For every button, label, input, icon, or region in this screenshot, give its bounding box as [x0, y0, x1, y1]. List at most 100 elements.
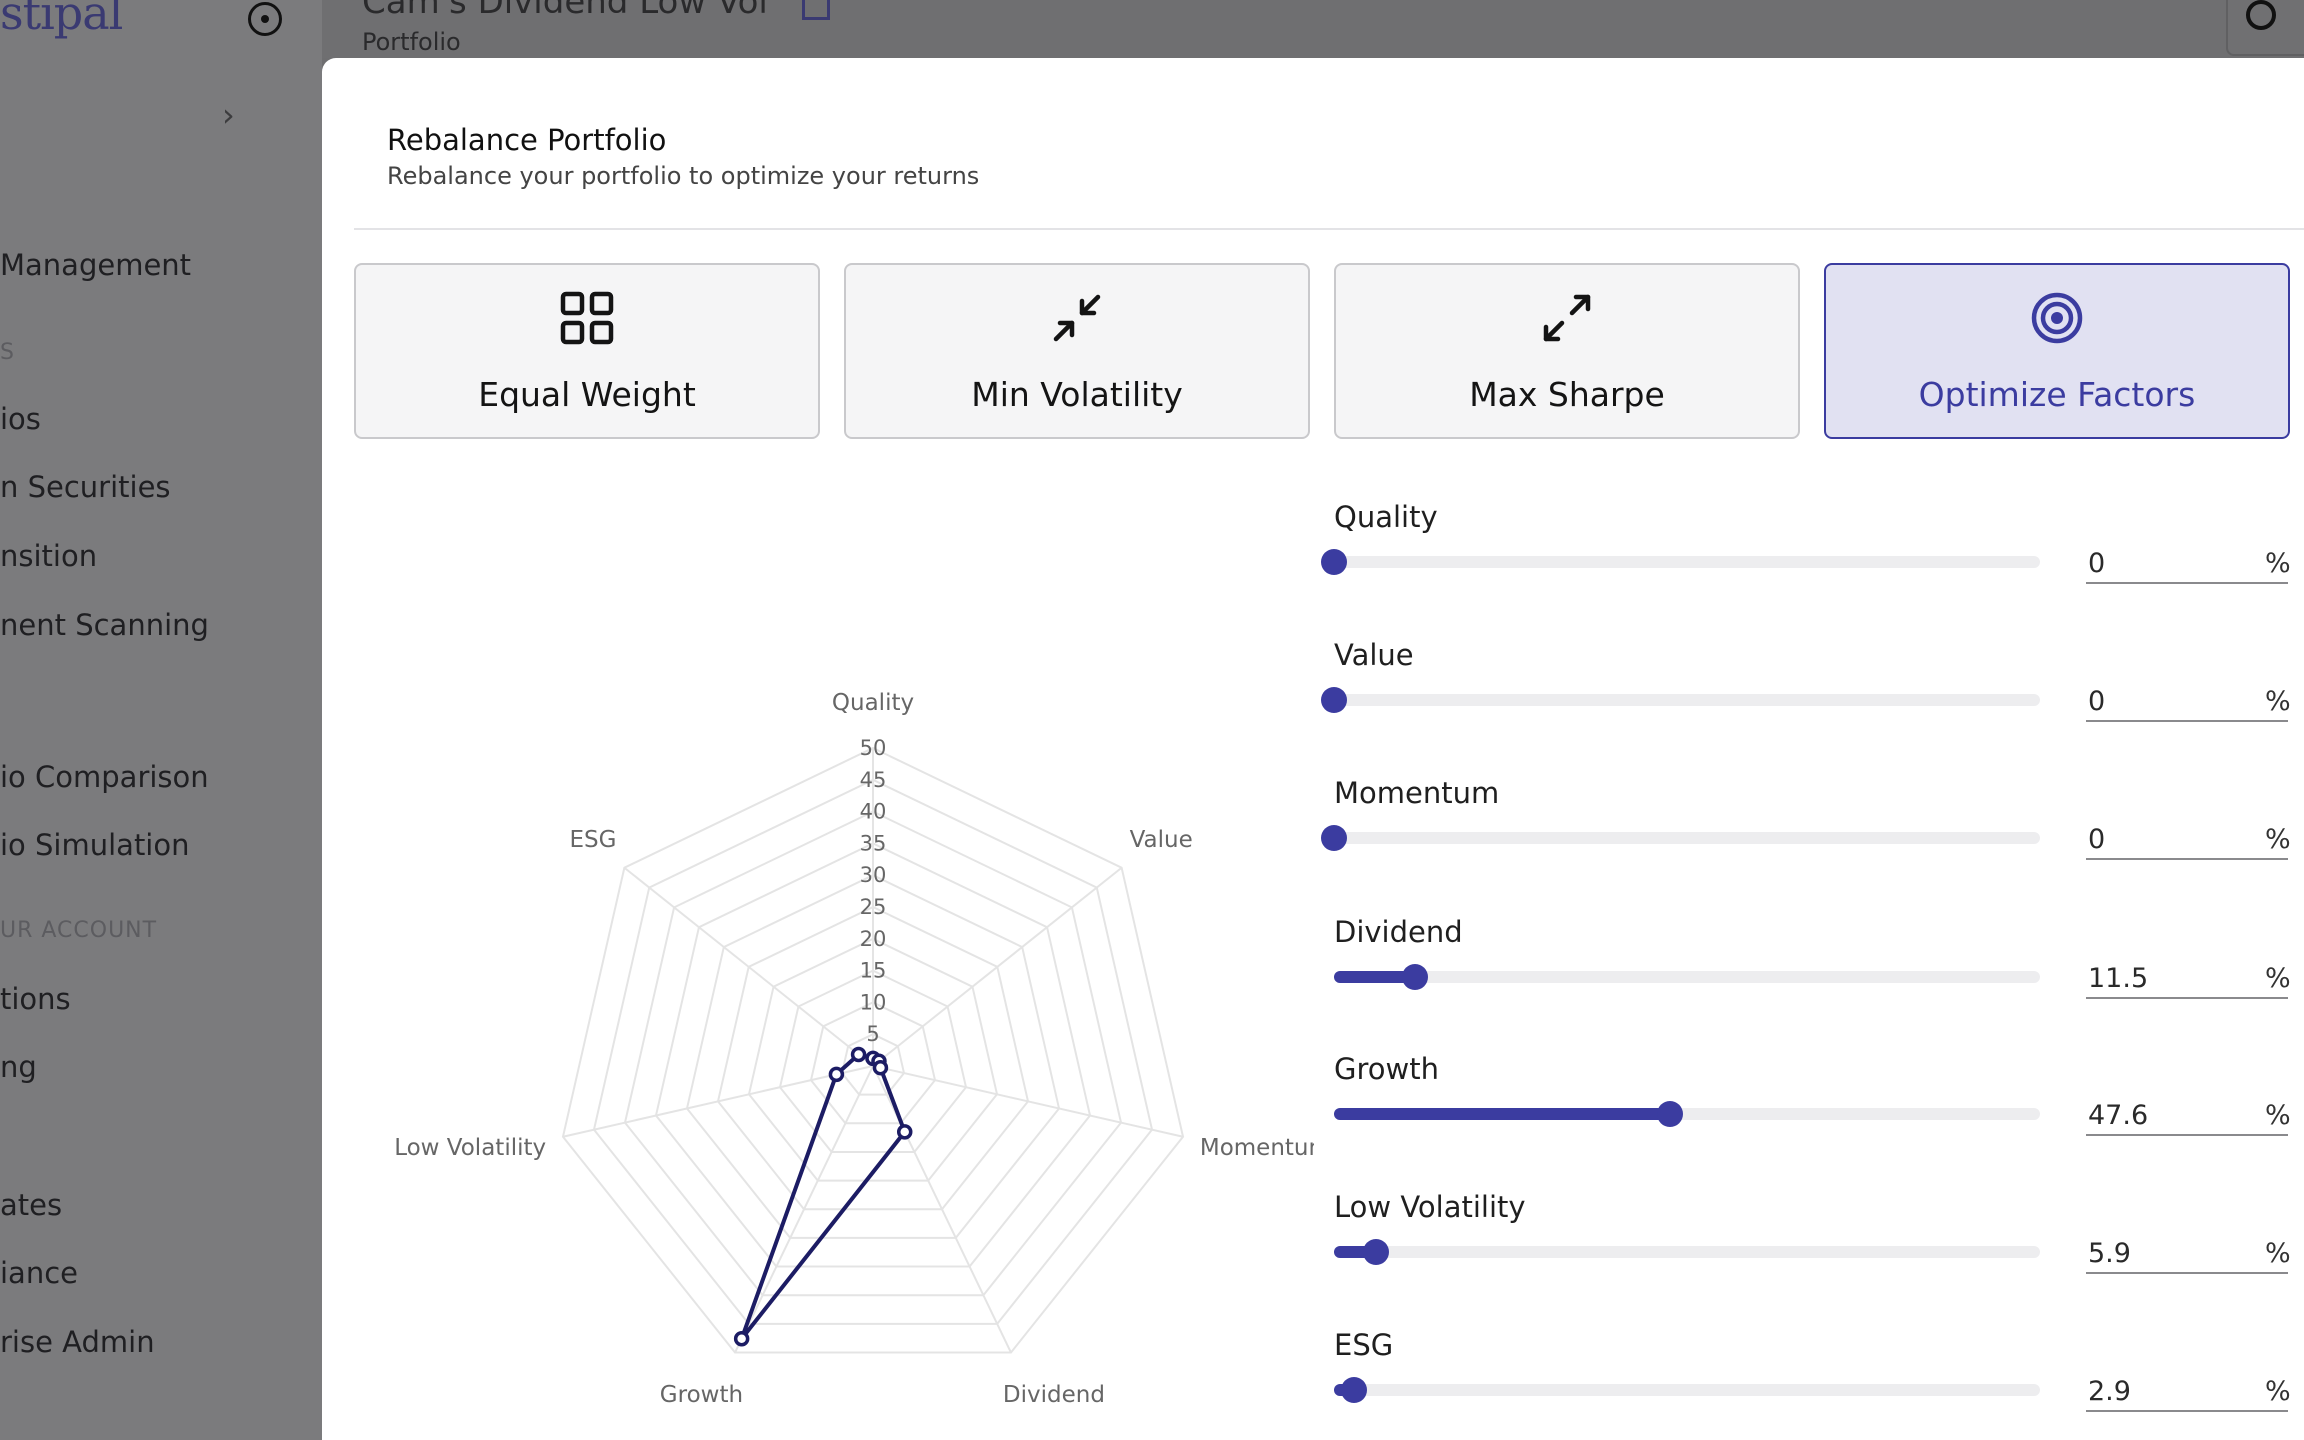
factor-dividend: Dividend%	[1334, 915, 2304, 1035]
radar-chart-svg: 5 10 15 20 25 30 35 40 45 50 Quality Value Momentum D…	[394, 690, 1314, 1408]
arrows-in-icon	[1053, 294, 1101, 342]
factor-value-input[interactable]	[2086, 959, 2288, 999]
chevron-right-icon[interactable]: ›	[222, 96, 235, 134]
arrows-out-icon	[1543, 294, 1591, 342]
factor-slider[interactable]	[1334, 1101, 2040, 1127]
tick-label: 45	[860, 768, 887, 792]
slider-thumb[interactable]	[1321, 825, 1347, 851]
target-icon	[2031, 292, 2083, 344]
sidebar-section: S	[0, 340, 15, 365]
sidebar-item-billing[interactable]: ng	[0, 1050, 37, 1084]
max-sharpe-button[interactable]: Max Sharpe	[1334, 263, 1800, 439]
tick-label: 20	[860, 927, 887, 951]
factor-label: Dividend	[1334, 915, 1463, 949]
factor-slider[interactable]	[1334, 1239, 2040, 1265]
percent-unit: %	[2265, 1376, 2291, 1407]
sidebar-item-compliance[interactable]: iance	[0, 1256, 78, 1290]
factor-label: Momentum	[1334, 776, 1500, 810]
slider-thumb[interactable]	[1657, 1101, 1684, 1127]
factor-label: ESG	[1334, 1328, 1394, 1362]
target-icon[interactable]	[248, 2, 282, 36]
grid-spoke	[872, 866, 1123, 1067]
factor-radar-chart: 5 10 15 20 25 30 35 40 45 50 Quality Value Momentum D…	[354, 488, 1314, 1440]
modal-title: Rebalance Portfolio	[387, 123, 667, 157]
data-point	[828, 1066, 845, 1083]
factor-low-volatility: Low Volatility%	[1334, 1190, 2304, 1310]
grid-spoke	[872, 1065, 1184, 1138]
factor-slider[interactable]	[1334, 964, 2040, 990]
factor-value-input[interactable]	[2086, 1372, 2288, 1412]
logo: stipal	[0, 0, 123, 40]
axis-label: Dividend	[1003, 1382, 1105, 1408]
sidebar-item-management[interactable]: Management	[0, 248, 191, 282]
sidebar-section-account: UR ACCOUNT	[0, 918, 158, 943]
slider-thumb[interactable]	[1402, 964, 1429, 990]
factor-value-input[interactable]	[2086, 1096, 2288, 1136]
data-point	[872, 1059, 889, 1076]
tick-label: 5	[866, 1022, 879, 1046]
sidebar: stipal › Management S ios n Securities n…	[0, 0, 322, 1440]
factor-value: Value%	[1321, 638, 2304, 758]
percent-unit: %	[2265, 1238, 2291, 1269]
tick-label: 25	[860, 895, 887, 919]
slider-thumb[interactable]	[1321, 549, 1347, 575]
data-point	[896, 1124, 913, 1140]
page-subtitle: Portfolio	[362, 28, 461, 56]
sidebar-item-scanning[interactable]: nent Scanning	[0, 608, 209, 642]
factor-value-input[interactable]	[2086, 1234, 2288, 1274]
factor-value-input[interactable]	[2086, 820, 2288, 860]
strategy-label: Min Volatility	[971, 375, 1183, 414]
axis-label: Low Volatility	[394, 1135, 546, 1161]
axis-label: ESG	[569, 827, 616, 853]
optimize-factors-button[interactable]: Optimize Factors	[1824, 263, 2290, 439]
factor-label: Quality	[1334, 500, 1438, 534]
factor-label: Low Volatility	[1334, 1190, 1526, 1224]
min-volatility-button[interactable]: Min Volatility	[844, 263, 1310, 439]
factor-value-input[interactable]	[2086, 544, 2288, 584]
sidebar-item-transition[interactable]: nsition	[0, 539, 97, 573]
tick-label: 30	[860, 863, 887, 887]
axis-label: Quality	[832, 690, 914, 716]
slider-thumb[interactable]	[1362, 1239, 1389, 1265]
factor-slider[interactable]	[1334, 1377, 2040, 1403]
tick-label: 35	[860, 831, 887, 855]
axis-label: Value	[1130, 827, 1193, 853]
axis-label: Momentum	[1200, 1135, 1314, 1161]
slider-thumb[interactable]	[1341, 1377, 1368, 1403]
factor-slider[interactable]	[1321, 825, 2040, 851]
sidebar-item-securities[interactable]: n Securities	[0, 470, 171, 504]
sidebar-item-simulation[interactable]: io Simulation	[0, 828, 190, 862]
data-point	[850, 1046, 867, 1063]
equal-weight-button[interactable]: Equal Weight	[354, 263, 820, 439]
tick-label: 40	[860, 800, 887, 824]
percent-unit: %	[2265, 548, 2291, 579]
edit-icon[interactable]	[802, 0, 830, 20]
factor-slider[interactable]	[1321, 687, 2040, 713]
tick-label: 10	[860, 990, 887, 1014]
axis-label: Growth	[660, 1382, 743, 1408]
grid-icon	[560, 291, 614, 345]
percent-unit: %	[2265, 1100, 2291, 1131]
factor-slider[interactable]	[1321, 549, 2040, 575]
sidebar-item-updates[interactable]: ates	[0, 1188, 62, 1222]
tick-label: 50	[860, 736, 887, 760]
slider-fill	[1334, 1108, 1671, 1120]
search-icon[interactable]	[2246, 0, 2276, 30]
factor-value-input[interactable]	[2086, 682, 2288, 722]
factor-momentum: Momentum%	[1321, 776, 2304, 896]
sidebar-item-portfolios[interactable]: ios	[0, 402, 41, 436]
tick-label: 15	[860, 959, 887, 983]
modal-subtitle: Rebalance your portfolio to optimize you…	[387, 162, 980, 190]
sidebar-item-subscriptions[interactable]: tions	[0, 982, 71, 1016]
divider	[354, 228, 2304, 230]
factor-label: Value	[1334, 638, 1414, 672]
strategy-label: Optimize Factors	[1918, 375, 2196, 414]
factor-label: Growth	[1334, 1052, 1439, 1086]
slider-thumb[interactable]	[1321, 687, 1347, 713]
percent-unit: %	[2265, 963, 2291, 994]
sidebar-item-enterprise-admin[interactable]: rise Admin	[0, 1325, 155, 1359]
strategy-label: Max Sharpe	[1469, 375, 1665, 414]
rebalance-modal: Rebalance Portfolio Rebalance your portf…	[322, 58, 2304, 1440]
page-title: Cam's Dividend Low Vol	[362, 0, 768, 22]
sidebar-item-comparison[interactable]: io Comparison	[0, 760, 209, 794]
